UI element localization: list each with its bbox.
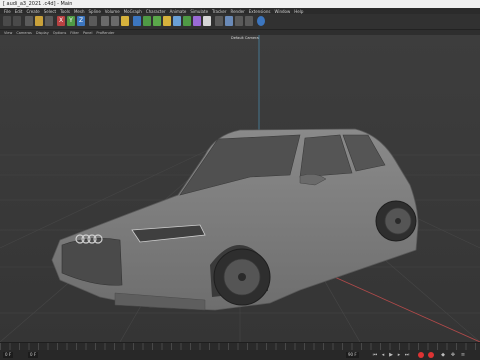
go-to-start-icon[interactable]: ⏮ — [372, 352, 378, 358]
main-toolbar: X Y Z — [0, 14, 480, 30]
frame-start-field[interactable]: 0 F — [3, 352, 14, 358]
menu-animate[interactable]: Animate — [170, 9, 187, 14]
title-bar: [ audi_a3_2021 .c4d] - Main — [0, 0, 480, 8]
transport-bar: 0 F 0 F 90 F ⏮ ◂ ▶ ▸ ⏭ ◆ ✥ ≡ — [0, 350, 480, 360]
3d-viewport[interactable]: Default Camera — [0, 35, 480, 342]
cube-icon[interactable] — [133, 16, 141, 26]
grid-icon[interactable] — [235, 16, 243, 26]
menu-select[interactable]: Select — [44, 9, 56, 14]
render-picture-viewer-icon[interactable] — [111, 16, 119, 26]
subdivision-icon[interactable] — [153, 16, 161, 26]
render-settings-icon[interactable] — [121, 16, 129, 26]
viewport-menu-prorender[interactable]: ProRender — [96, 31, 114, 35]
viewport-menu-display[interactable]: Display — [36, 31, 49, 35]
menu-mesh[interactable]: Mesh — [74, 9, 85, 14]
x-axis-toggle[interactable]: X — [57, 16, 65, 26]
snap-icon[interactable] — [215, 16, 223, 26]
car-model — [51, 128, 419, 311]
pen-icon[interactable] — [143, 16, 151, 26]
undo-icon[interactable] — [3, 16, 11, 26]
step-forward-icon[interactable]: ▸ — [396, 352, 402, 358]
autokey-icon[interactable] — [428, 352, 434, 358]
mograph-cloner-icon[interactable] — [163, 16, 171, 26]
redo-icon[interactable] — [13, 16, 21, 26]
menu-window[interactable]: Window — [274, 9, 290, 14]
menu-mograph[interactable]: MoGraph — [124, 9, 142, 14]
menu-render[interactable]: Render — [230, 9, 244, 14]
viewport-menu-panel[interactable]: Panel — [83, 31, 92, 35]
timeline-menu-icon[interactable]: ≡ — [460, 352, 466, 358]
light-icon[interactable] — [203, 16, 211, 26]
y-axis-toggle[interactable]: Y — [67, 16, 75, 26]
frame-current-field[interactable]: 0 F — [28, 352, 39, 358]
step-back-icon[interactable]: ◂ — [380, 352, 386, 358]
viewport-menu-options[interactable]: Options — [53, 31, 67, 35]
scene-floor-icon[interactable] — [183, 16, 191, 26]
render-view-icon[interactable] — [101, 16, 109, 26]
motion-icon[interactable]: ✥ — [450, 352, 456, 358]
camera-label: Default Camera — [231, 36, 259, 40]
layout-icon[interactable] — [245, 16, 253, 26]
deformer-icon[interactable] — [173, 16, 181, 26]
x-axis-line — [329, 274, 480, 342]
menu-extensions[interactable]: Extensions — [249, 9, 271, 14]
go-to-end-icon[interactable]: ⏭ — [404, 352, 410, 358]
cinema4d-logo-icon — [257, 16, 265, 26]
menu-help[interactable]: Help — [294, 9, 303, 14]
menu-create[interactable]: Create — [26, 9, 39, 14]
move-icon[interactable] — [35, 16, 43, 26]
viewport-menu-cameras[interactable]: Cameras — [16, 31, 32, 35]
play-icon[interactable]: ▶ — [388, 352, 394, 358]
record-icon[interactable] — [418, 352, 424, 358]
window-title: [ audi_a3_2021 .c4d] - Main — [3, 1, 73, 7]
viewport-menu-filter[interactable]: Filter — [70, 31, 79, 35]
viewport-scene — [0, 35, 480, 342]
menu-spline[interactable]: Spline — [88, 9, 100, 14]
select-icon[interactable] — [25, 16, 33, 26]
menu-edit[interactable]: Edit — [15, 9, 23, 14]
keyframe-icon[interactable]: ◆ — [440, 352, 446, 358]
frame-end-field[interactable]: 90 F — [346, 352, 359, 358]
menu-volume[interactable]: Volume — [105, 9, 120, 14]
workplane-icon[interactable] — [225, 16, 233, 26]
menu-simulate[interactable]: Simulate — [190, 9, 208, 14]
z-axis-toggle[interactable]: Z — [77, 16, 85, 26]
menu-tracker[interactable]: Tracker — [212, 9, 226, 14]
scale-icon[interactable] — [45, 16, 53, 26]
menu-file[interactable]: File — [4, 9, 11, 14]
viewport-menu-view[interactable]: View — [4, 31, 12, 35]
menu-tools[interactable]: Tools — [60, 9, 70, 14]
camera-icon[interactable] — [193, 16, 201, 26]
menu-character[interactable]: Character — [146, 9, 166, 14]
coordinate-system-icon[interactable] — [89, 16, 97, 26]
